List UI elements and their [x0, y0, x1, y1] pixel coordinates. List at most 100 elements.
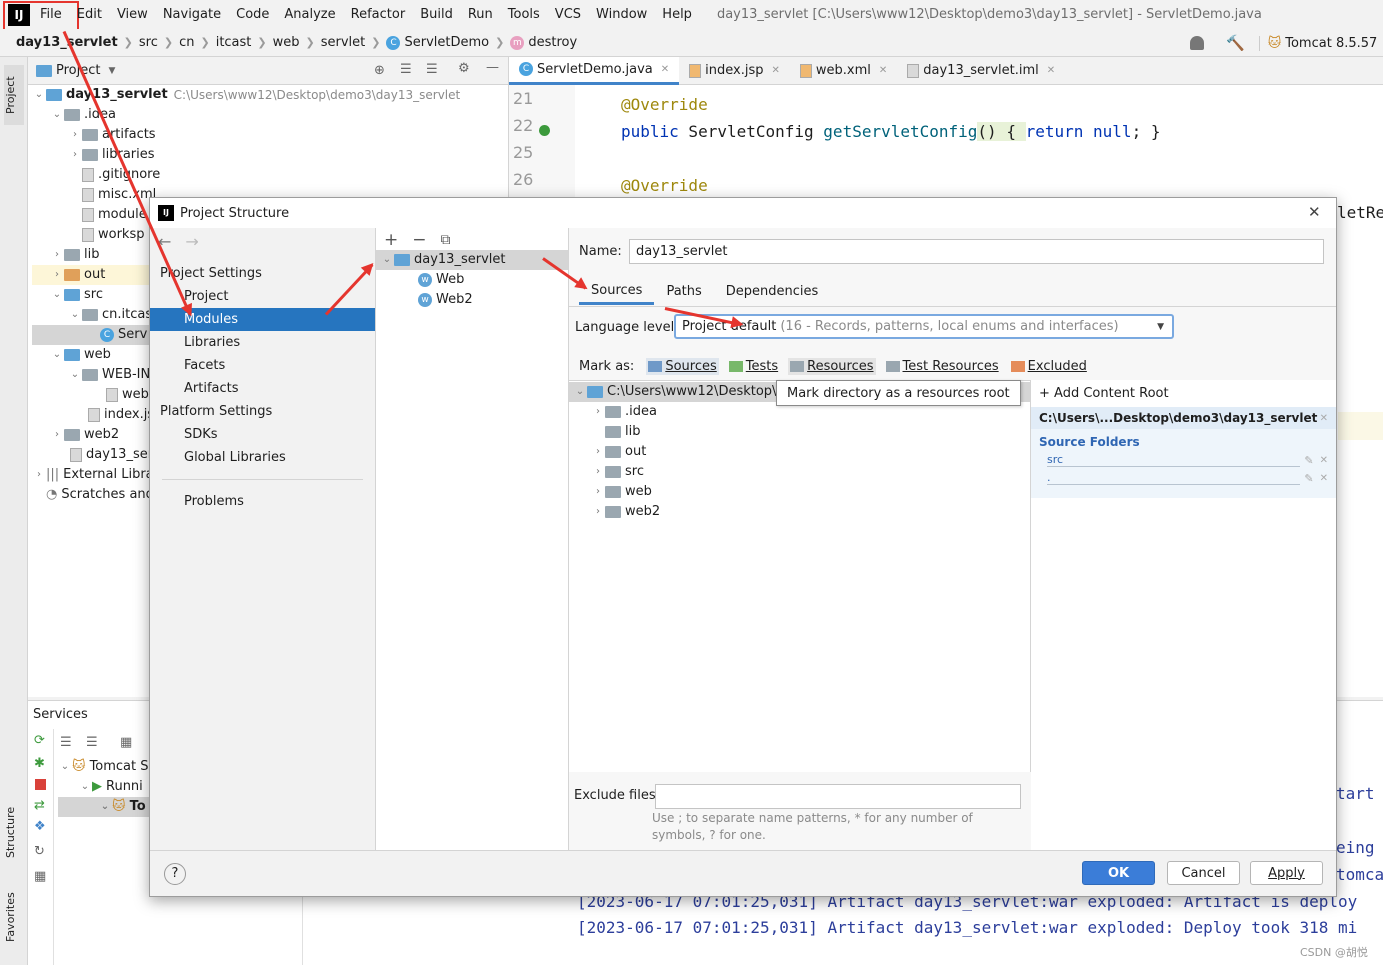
close-icon[interactable]: ✕	[772, 65, 780, 76]
artifacts-icon[interactable]: ❖	[34, 819, 53, 834]
menu-view[interactable]: View	[117, 7, 148, 22]
facet-item[interactable]: w Web	[376, 270, 568, 290]
layout-icon[interactable]: ▦	[34, 869, 53, 884]
tree-item[interactable]: › web2	[569, 502, 1030, 522]
gear-icon[interactable]: ⚙	[458, 61, 470, 76]
close-icon[interactable]: ✕	[1320, 473, 1328, 484]
cancel-button[interactable]: Cancel	[1167, 861, 1240, 885]
mark-excluded-button[interactable]: Excluded	[1009, 358, 1089, 375]
stripe-favorites-tab[interactable]: Favorites	[4, 887, 24, 947]
deploy-icon[interactable]: ⇄	[34, 798, 53, 813]
tree-item[interactable]: › libraries	[32, 145, 508, 165]
tab-web-xml[interactable]: web.xml ✕	[790, 57, 897, 85]
tree-root[interactable]: ⌄ day13_servlet C:\Users\www12\Desktop\dem…	[32, 85, 508, 105]
breadcrumb-item[interactable]: destroy	[528, 35, 577, 50]
tree-item[interactable]: › artifacts	[32, 125, 508, 145]
mark-resources-button[interactable]: Resources	[788, 358, 876, 375]
stripe-project-tab[interactable]: Project	[4, 65, 24, 125]
source-folder-row[interactable]: src ✎ ✕	[1031, 451, 1336, 469]
mark-sources-button[interactable]: Sources	[646, 358, 719, 375]
tab-iml[interactable]: day13_servlet.iml ✕	[897, 57, 1065, 85]
module-item[interactable]: ⌄ day13_servlet	[376, 250, 568, 270]
breadcrumb-item[interactable]: src	[139, 35, 158, 50]
debug-icon[interactable]: ✱	[34, 756, 53, 771]
group-icon[interactable]: ▦	[120, 735, 132, 750]
menu-vcs[interactable]: VCS	[555, 7, 581, 22]
breadcrumb-item[interactable]: servlet	[321, 35, 366, 50]
facet-item[interactable]: w Web2	[376, 290, 568, 310]
ok-button[interactable]: OK	[1082, 861, 1155, 885]
menu-refactor[interactable]: Refactor	[351, 7, 406, 22]
breadcrumb-item[interactable]: web	[273, 35, 300, 50]
close-icon[interactable]: ✕	[1320, 413, 1328, 424]
menu-help[interactable]: Help	[662, 7, 692, 22]
tree-item[interactable]: › out	[569, 442, 1030, 462]
code-area[interactable]: @Override public ServletConfig getServle…	[621, 91, 1160, 199]
menu-run[interactable]: Run	[468, 7, 493, 22]
menu-window[interactable]: Window	[596, 7, 647, 22]
nav-item-artifacts[interactable]: Artifacts	[150, 377, 375, 400]
tab-servletdemo[interactable]: C ServletDemo.java ✕	[509, 56, 680, 85]
nav-item-libraries[interactable]: Libraries	[150, 331, 375, 354]
expand-all-icon[interactable]: ☰	[400, 62, 412, 77]
nav-item-sdks[interactable]: SDKs	[150, 423, 375, 446]
user-icon[interactable]	[1190, 36, 1204, 50]
override-marker-icon[interactable]	[539, 125, 550, 136]
rerun-icon[interactable]: ⟳	[34, 733, 53, 748]
stop-icon[interactable]	[35, 779, 46, 790]
collapse-all-icon[interactable]: ☰	[426, 62, 438, 77]
menu-file[interactable]: File	[40, 7, 62, 22]
chevron-down-icon[interactable]: ▼	[108, 66, 115, 76]
menu-build[interactable]: Build	[420, 7, 453, 22]
tree-item[interactable]: › web	[569, 482, 1030, 502]
stripe-structure-tab[interactable]: Structure	[4, 797, 24, 867]
forward-arrow-icon[interactable]: →	[185, 232, 198, 251]
tab-sources[interactable]: Sources	[579, 279, 655, 305]
refresh-icon[interactable]: ↻	[34, 844, 53, 859]
build-hammer-icon[interactable]: 🔨	[1226, 34, 1245, 52]
language-level-select[interactable]: Project default (16 - Records, patterns,…	[674, 314, 1174, 339]
tomcat-icon: 🐱	[1267, 35, 1282, 51]
hide-icon[interactable]: —	[486, 60, 499, 75]
close-icon[interactable]: ✕	[1047, 65, 1055, 76]
add-content-root-button[interactable]: + Add Content Root	[1031, 380, 1336, 407]
locate-icon[interactable]: ⊕	[374, 63, 385, 78]
close-icon[interactable]: ✕	[1308, 203, 1321, 221]
nav-item-facets[interactable]: Facets	[150, 354, 375, 377]
nav-item-global-libraries[interactable]: Global Libraries	[150, 446, 375, 469]
module-name-input[interactable]: day13_servlet	[629, 239, 1324, 264]
breadcrumb-item[interactable]: ServletDemo	[404, 35, 489, 50]
apply-button[interactable]: Apply	[1250, 861, 1323, 885]
run-config-select[interactable]: 🐱 Tomcat 8.5.57	[1258, 35, 1377, 51]
tree-item[interactable]: lib	[569, 422, 1030, 442]
tab-dependencies[interactable]: Dependencies	[714, 280, 831, 303]
content-root-tree: ⌄ C:\Users\www12\Desktop\de › .idea lib › o…	[569, 380, 1031, 772]
edit-icon[interactable]: ✎	[1304, 472, 1313, 485]
close-icon[interactable]: ✕	[1320, 455, 1328, 466]
exclude-files-input[interactable]	[655, 784, 1021, 809]
menu-tools[interactable]: Tools	[508, 7, 540, 22]
breadcrumb-item[interactable]: itcast	[216, 35, 252, 50]
source-folder-row[interactable]: . ✎ ✕	[1031, 469, 1336, 487]
nav-item-problems[interactable]: Problems	[150, 490, 375, 513]
breadcrumb-item[interactable]: cn	[179, 35, 194, 50]
tree-item[interactable]: .gitignore	[32, 165, 508, 185]
remove-icon[interactable]: −	[412, 230, 426, 250]
copy-icon[interactable]: ⧉	[441, 232, 451, 248]
menu-analyze[interactable]: Analyze	[284, 7, 335, 22]
menu-code[interactable]: Code	[236, 7, 269, 22]
expand-all-icon[interactable]: ☰	[60, 735, 72, 750]
help-button[interactable]: ?	[164, 863, 186, 885]
collapse-all-icon[interactable]: ☰	[86, 735, 98, 750]
add-icon[interactable]: +	[384, 230, 398, 250]
close-icon[interactable]: ✕	[661, 64, 669, 75]
close-icon[interactable]: ✕	[879, 65, 887, 76]
mark-test-resources-button[interactable]: Test Resources	[884, 358, 1001, 375]
mark-tests-button[interactable]: Tests	[727, 358, 780, 375]
tree-item[interactable]: › src	[569, 462, 1030, 482]
tab-index-jsp[interactable]: index.jsp ✕	[679, 57, 790, 85]
menu-navigate[interactable]: Navigate	[163, 7, 221, 22]
edit-icon[interactable]: ✎	[1304, 454, 1313, 467]
menu-edit[interactable]: Edit	[77, 7, 102, 22]
tab-paths[interactable]: Paths	[654, 280, 713, 303]
